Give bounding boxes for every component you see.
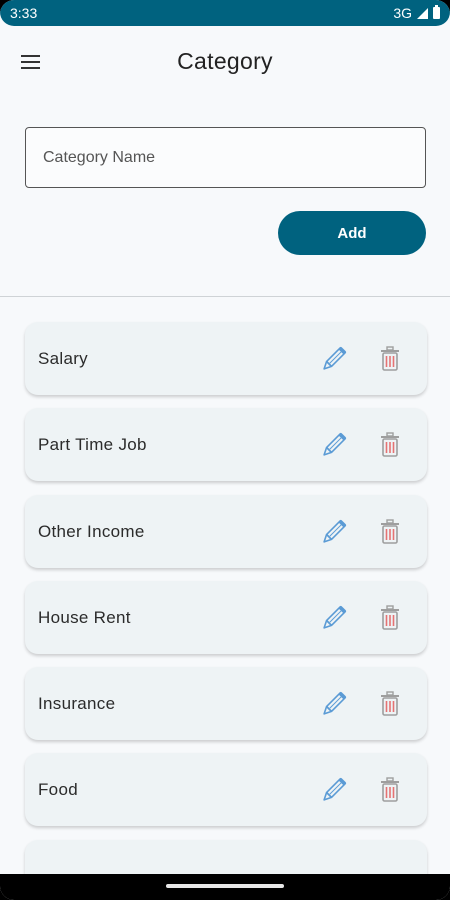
status-bar: 3:33 3G [0, 0, 450, 26]
signal-icon [417, 7, 428, 19]
app-bar: Category [0, 26, 450, 100]
navigation-bar [0, 874, 450, 900]
category-label: Other Income [38, 521, 145, 541]
add-button[interactable]: Add [278, 211, 426, 255]
pencil-icon[interactable] [317, 773, 351, 807]
divider [0, 296, 450, 297]
trash-icon[interactable] [373, 515, 407, 549]
category-label: Salary [38, 349, 88, 368]
trash-icon[interactable] [373, 342, 407, 376]
category-card: House Rent [25, 580, 427, 654]
category-list: Salary Part Time Job Other Income House … [25, 322, 427, 840]
pencil-icon[interactable] [317, 515, 351, 549]
trash-icon[interactable] [373, 687, 407, 721]
category-card: Part Time Job [25, 408, 427, 482]
category-card: Insurance [25, 667, 427, 741]
screen: 3:33 3G Category Add Salary [0, 0, 450, 900]
category-label: Insurance [38, 694, 116, 714]
network-type: 3G [393, 5, 412, 21]
home-indicator[interactable] [166, 884, 284, 888]
pencil-icon[interactable] [317, 342, 351, 376]
battery-icon [433, 5, 440, 19]
trash-icon[interactable] [373, 773, 407, 807]
category-card: Food [25, 753, 427, 827]
status-icons: 3G [393, 5, 440, 21]
category-label: Part Time Job [38, 435, 147, 455]
category-label: House Rent [38, 607, 131, 627]
trash-icon[interactable] [373, 601, 407, 635]
page-title: Category [177, 48, 273, 74]
category-name-input[interactable] [25, 127, 426, 188]
status-time: 3:33 [10, 5, 38, 21]
category-label: Food [38, 780, 78, 800]
pencil-icon[interactable] [317, 687, 351, 721]
category-card: Salary [25, 322, 427, 395]
trash-icon[interactable] [373, 428, 407, 462]
pencil-icon[interactable] [317, 428, 351, 462]
category-card: Other Income [25, 494, 427, 568]
pencil-icon[interactable] [317, 601, 351, 635]
